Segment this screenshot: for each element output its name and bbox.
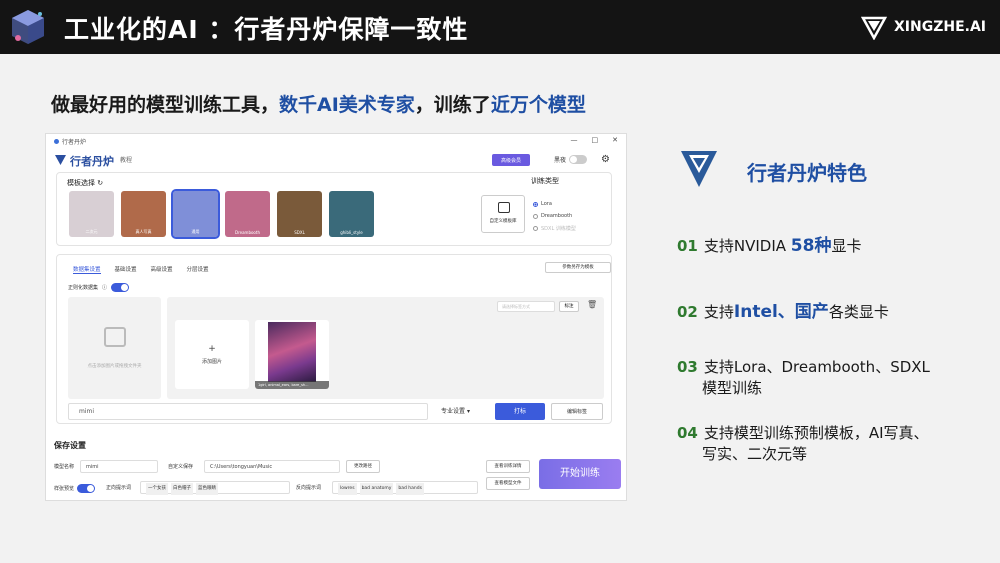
save-param-button[interactable]: 参数另存为模板: [545, 262, 611, 273]
page-title: 工业化的AI ：行者丹炉保障一致性: [64, 15, 469, 44]
regularize-switch[interactable]: [111, 283, 130, 292]
brand: XINGZHE.AI: [860, 14, 986, 40]
trigger-word-input[interactable]: mimi: [68, 403, 428, 420]
template-card-selected[interactable]: 通用: [171, 189, 220, 239]
feature-item: 02 支持Intel、国产各类显卡: [677, 302, 889, 322]
radio-dreambooth[interactable]: Dreambooth: [533, 213, 572, 219]
window-titlebar: 行者丹炉 — □ ✕: [46, 134, 626, 149]
sample-preview-row: 样张预览: [54, 484, 96, 493]
tab-advanced[interactable]: 高级设置: [151, 265, 173, 274]
sample-preview-switch[interactable]: [77, 484, 96, 493]
template-card[interactable]: 二次元: [69, 191, 114, 237]
custom-template-button[interactable]: 自定义模板库: [481, 195, 525, 233]
template-card[interactable]: 真人写真: [121, 191, 166, 237]
app-window: 行者丹炉 — □ ✕ 行者丹炉 教程 高级会员 黑夜 ⚙ 模板选择 ↻ 二次元 …: [45, 133, 627, 501]
subtitle-part3: ，训练了: [414, 94, 491, 116]
template-card[interactable]: SDXL: [277, 191, 322, 237]
edit-tags-button[interactable]: 编辑标签: [551, 403, 603, 420]
settings-tabs: 数据集设置 基础设置 高级设置 分层设置: [73, 265, 209, 274]
positive-prompt-label: 正向提示词: [106, 485, 132, 491]
prompt-chip[interactable]: bad anatomy: [359, 483, 394, 495]
prompt-chip[interactable]: 一个女孩: [146, 483, 168, 495]
negative-prompt-label: 反向提示词: [296, 485, 322, 491]
radio-sdxl[interactable]: SDXL 训练模型: [533, 225, 576, 232]
window-title: 行者丹炉: [62, 139, 87, 146]
trash-icon[interactable]: 🗑: [587, 300, 597, 309]
xingzhe-logo-icon: [860, 16, 887, 40]
tag-method-select[interactable]: 请选择标签方式: [497, 301, 555, 312]
maximize-button[interactable]: □: [592, 136, 599, 144]
vip-button[interactable]: 高级会员: [492, 154, 530, 166]
image-thumbnail[interactable]: 1girl, animal_ears, bare_sh...: [255, 320, 329, 389]
image-grid: 请选择标签方式 标注 🗑 + 添加图片 1girl, animal_ears, b…: [167, 297, 604, 399]
feature-item: 01 支持NVIDIA 58种显卡: [677, 236, 862, 256]
info-icon: ⓘ: [102, 285, 108, 291]
chevron-down-icon: ▾: [466, 408, 470, 415]
subtitle-highlight1: 数千AI美术专家: [279, 94, 415, 116]
pro-settings-select[interactable]: 专业设置 ▾: [441, 406, 470, 415]
brand-name: XINGZHE.AI: [893, 19, 986, 35]
minimize-button[interactable]: —: [571, 136, 578, 144]
header-bar: 工业化的AI ：行者丹炉保障一致性 XINGZHE.AI: [0, 0, 1000, 54]
tag-button[interactable]: 标注: [559, 301, 579, 312]
tag-action-button[interactable]: 打标: [495, 403, 545, 420]
train-type-title: 训练类型: [531, 177, 559, 185]
subtitle: 做最好用的模型训练工具，数千AI美术专家，训练了近万个模型: [51, 90, 586, 117]
change-path-button[interactable]: 更改路径: [346, 460, 380, 473]
template-panel: 模板选择 ↻ 二次元 真人写真 通用 Dreambooth SDXL ghibl…: [56, 172, 612, 246]
regularize-row: 正则化数据集 ⓘ: [68, 283, 130, 292]
gear-icon[interactable]: ⚙: [601, 154, 610, 165]
theme-label: 黑夜: [554, 157, 567, 164]
positive-prompt-input[interactable]: 一个女孩 白色帽子 蓝色眼睛: [140, 481, 290, 495]
cube-logo-icon: [12, 10, 44, 44]
negative-prompt-input[interactable]: lowres bad anatomy bad hands: [332, 481, 478, 495]
subtitle-part1: 做最好用的模型训练工具，: [51, 94, 280, 116]
dataset-panel: 数据集设置 基础设置 高级设置 分层设置 参数另存为模板 正则化数据集 ⓘ 点击添…: [56, 254, 612, 424]
tab-dataset[interactable]: 数据集设置: [73, 265, 101, 274]
template-card[interactable]: ghibli_style: [329, 191, 374, 237]
prompt-chip[interactable]: lowres: [338, 483, 357, 495]
tutorial-link[interactable]: 教程: [120, 155, 132, 164]
template-title: 模板选择 ↻: [67, 179, 104, 187]
save-path-input[interactable]: C:\Users\tongyuan\Music: [204, 460, 340, 473]
add-image-button[interactable]: + 添加图片: [175, 320, 249, 389]
refresh-icon: ↻: [97, 179, 104, 187]
view-model-button[interactable]: 查看模型文件: [486, 477, 530, 490]
image-drop-zone[interactable]: 点击添加图片或拖拽文件夹: [68, 297, 161, 399]
app-header: 行者丹炉 教程 高级会员 黑夜 ⚙: [46, 149, 626, 173]
close-button[interactable]: ✕: [612, 136, 618, 144]
feature-item: 03 支持Lora、Dreambooth、SDXL 模型训练: [677, 358, 930, 397]
app-icon: [54, 139, 59, 144]
plus-icon: +: [208, 344, 216, 354]
custom-save-label: 自定义保存: [168, 464, 194, 470]
image-icon: [104, 327, 126, 347]
app-logo-icon: [55, 155, 66, 165]
tab-basic[interactable]: 基础设置: [115, 265, 137, 274]
model-name-input[interactable]: mimi: [80, 460, 158, 473]
template-card[interactable]: Dreambooth: [225, 191, 270, 237]
prompt-chip[interactable]: 蓝色眼睛: [196, 483, 218, 495]
features-title: 行者丹炉特色: [747, 161, 867, 185]
theme-switch[interactable]: [569, 155, 588, 164]
xingzhe-feature-logo-icon: [681, 151, 717, 187]
feature-item: 04 支持模型训练预制模板，AI写真、 写实、二次元等: [677, 424, 929, 463]
tab-layer[interactable]: 分层设置: [187, 265, 209, 274]
prompt-chip[interactable]: 白色帽子: [171, 483, 193, 495]
theme-toggle[interactable]: 黑夜: [554, 155, 588, 164]
folder-icon: [498, 202, 510, 213]
subtitle-highlight2: 近万个模型: [490, 94, 586, 116]
start-train-button[interactable]: 开始训练: [539, 459, 621, 489]
radio-lora[interactable]: Lora: [533, 201, 552, 207]
app-name: 行者丹炉: [70, 155, 114, 168]
save-settings-title: 保存设置: [54, 441, 86, 450]
view-detail-button[interactable]: 查看训练详情: [486, 460, 530, 473]
model-name-label: 模型名称: [54, 464, 75, 470]
prompt-chip[interactable]: bad hands: [396, 483, 424, 495]
